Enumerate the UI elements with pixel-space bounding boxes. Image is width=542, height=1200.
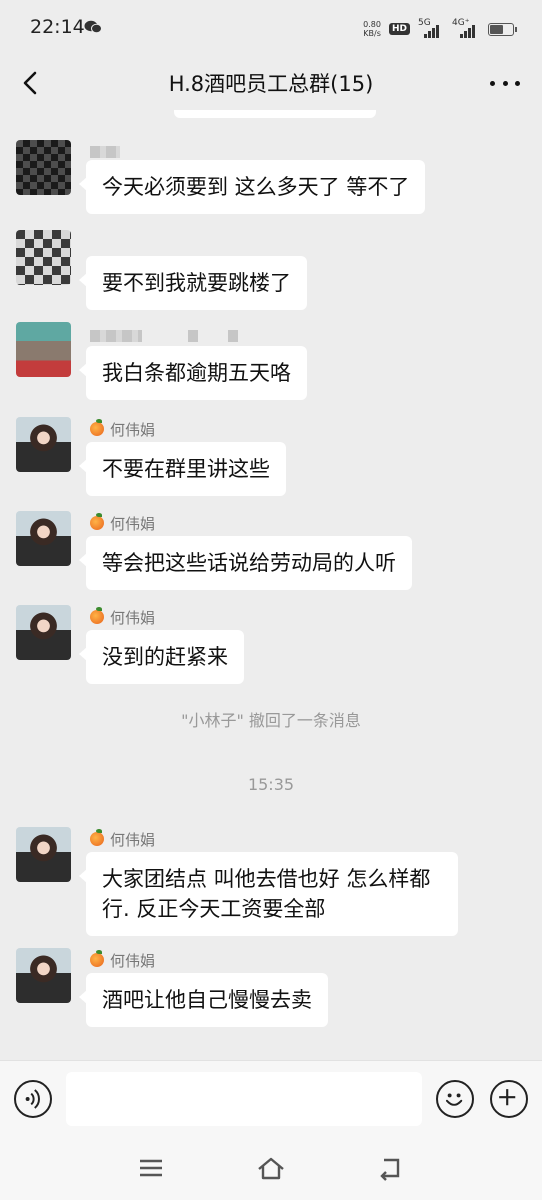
avatar[interactable]	[16, 827, 71, 882]
signal-4g-icon: 4G⁺	[452, 18, 480, 38]
hd-icon: HD	[388, 23, 410, 35]
sim1-label: 5G	[418, 18, 431, 28]
sender-name: 何伟娟	[90, 513, 155, 533]
battery-icon	[488, 22, 517, 36]
sender-name-text: 何伟娟	[110, 420, 156, 439]
chat-title: H.8酒吧员工总群(15)	[168, 72, 374, 96]
avatar[interactable]	[16, 230, 71, 285]
signal-5g-icon: 5G	[418, 18, 444, 38]
message-bubble[interactable]: 没到的赶紧来	[79, 630, 244, 684]
message-bubble[interactable]: 大家团结点 叫他去借也好 怎么样都行. 反正今天工资要全部	[79, 852, 458, 936]
home-icon[interactable]	[256, 1154, 286, 1182]
message-bubble[interactable]: 今天必须要到 这么多天了 等不了	[78, 160, 426, 214]
message-bubble[interactable]: 等会把这些话说给劳动局的人听	[79, 536, 412, 590]
message-input[interactable]	[66, 1072, 422, 1126]
network-speed: 0.80 KB/s	[363, 20, 381, 38]
partial-message-bubble	[174, 110, 376, 118]
status-time: 22:14	[30, 16, 85, 38]
message-list[interactable]: 今天必须要到 这么多天了 等不了 要不到我就要跳楼了 我白条都逾期五天咯 何伟娟…	[0, 110, 542, 1060]
peach-icon	[90, 829, 104, 846]
recall-notice: "小林子" 撤回了一条消息	[181, 711, 361, 730]
back-icon[interactable]	[376, 1154, 406, 1182]
avatar[interactable]	[16, 322, 71, 377]
sender-name-text: 何伟娟	[110, 830, 156, 849]
avatar[interactable]	[16, 417, 71, 472]
status-bar: 22:14 0.80 KB/s HD 5G 4G⁺	[0, 0, 542, 56]
emoji-icon[interactable]	[436, 1080, 474, 1118]
sender-name: 何伟娟	[90, 607, 155, 627]
plus-icon[interactable]	[490, 1080, 528, 1118]
peach-icon	[90, 607, 104, 624]
sender-name-text: 何伟娟	[110, 951, 156, 970]
sender-name	[90, 326, 238, 346]
wechat-icon	[84, 20, 102, 34]
message-bubble[interactable]: 酒吧让他自己慢慢去卖	[79, 973, 328, 1027]
status-indicators: 0.80 KB/s HD 5G 4G⁺	[363, 18, 517, 40]
peach-icon	[90, 419, 104, 436]
sender-name: 何伟娟	[90, 419, 155, 439]
message-bubble[interactable]: 要不到我就要跳楼了	[79, 256, 307, 310]
sender-name: 何伟娟	[90, 829, 155, 849]
avatar[interactable]	[16, 511, 71, 566]
time-divider: 15:35	[247, 775, 295, 794]
sender-name: 何伟娟	[90, 950, 155, 970]
peach-icon	[90, 513, 104, 530]
sender-name	[90, 142, 120, 162]
message-bubble[interactable]: 不要在群里讲这些	[79, 442, 286, 496]
sender-name-text: 何伟娟	[110, 514, 156, 533]
chat-header: H.8酒吧员工总群(15)	[0, 56, 542, 110]
menu-icon[interactable]	[136, 1154, 166, 1182]
input-bar	[0, 1060, 542, 1136]
peach-icon	[90, 950, 104, 967]
sender-name-text: 何伟娟	[110, 608, 156, 627]
more-dots-icon[interactable]	[490, 70, 520, 96]
voice-icon[interactable]	[14, 1080, 52, 1118]
message-bubble[interactable]: 我白条都逾期五天咯	[79, 346, 307, 400]
avatar[interactable]	[16, 948, 71, 1003]
avatar[interactable]	[16, 605, 71, 660]
avatar[interactable]	[16, 140, 71, 195]
system-navigation-bar	[0, 1136, 542, 1200]
sim2-label: 4G⁺	[452, 18, 470, 28]
net-speed-value: 0.80	[363, 20, 381, 29]
net-speed-unit: KB/s	[363, 29, 381, 38]
